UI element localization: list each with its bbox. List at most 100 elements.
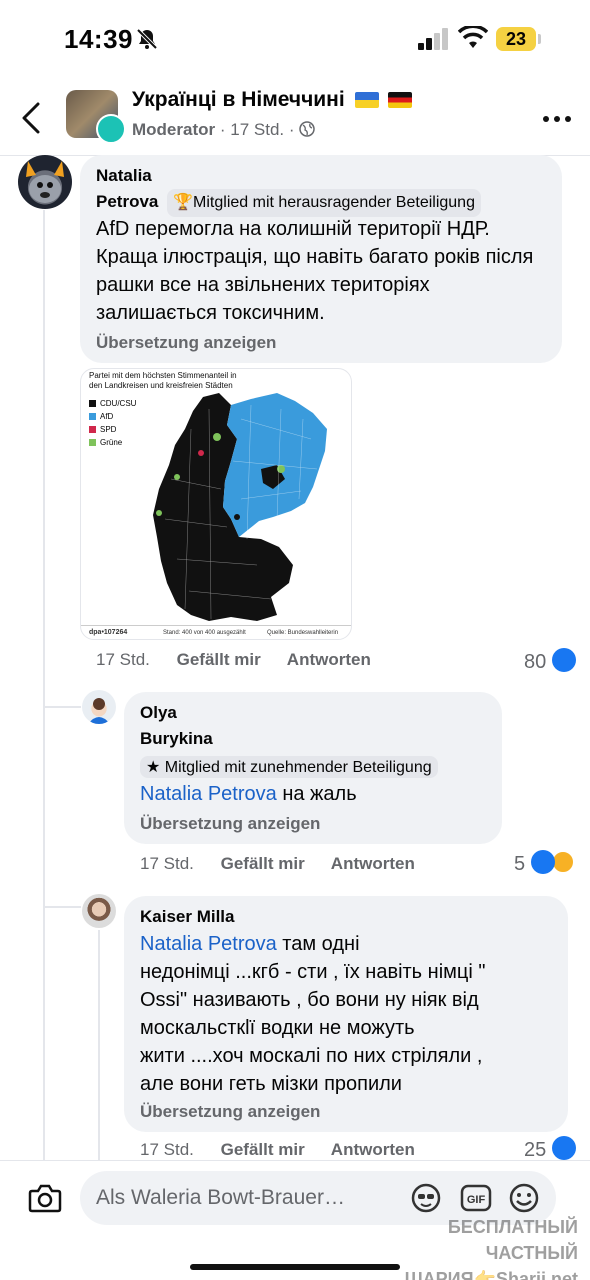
like-reaction-icon xyxy=(551,1136,576,1160)
map-source-id: dpa•107264 xyxy=(89,629,128,636)
comment-actions: 17 Std. Gefällt mir Antworten xyxy=(140,1140,437,1160)
comment-bubble[interactable]: Natalia Petrova 🏆Mitglied mit herausrage… xyxy=(80,155,562,363)
post-meta: Moderator · 17 Std. · xyxy=(132,120,316,140)
germany-flag-icon xyxy=(388,92,413,108)
battery-cap xyxy=(538,34,541,44)
like-button[interactable]: Gefällt mir xyxy=(221,854,305,873)
meta-separator-2: · xyxy=(288,120,295,139)
like-reaction-icon xyxy=(530,850,555,874)
more-options-icon[interactable] xyxy=(542,114,572,124)
map-footer: dpa•107264 Stand: 400 von 400 ausgezählt… xyxy=(81,625,351,639)
comment-input[interactable] xyxy=(96,1171,396,1225)
comment-text-line: жити ....хоч москалі по них стріляли , xyxy=(140,1045,483,1067)
reaction-number: 25 xyxy=(524,1139,547,1161)
emoji-icon[interactable] xyxy=(508,1182,540,1214)
ukraine-flag-icon xyxy=(354,92,379,108)
see-translation-link[interactable]: Übersetzung anzeigen xyxy=(96,333,276,353)
comment-author-line: Petrova 🏆Mitglied mit herausragender Bet… xyxy=(96,189,481,217)
attached-map-image[interactable]: Partei mit dem höchsten Stimmenanteil in… xyxy=(80,368,352,640)
comment-text-block: Natalia Petrova там одні недонімці ...кг… xyxy=(140,930,560,1098)
trophy-icon: 🏆 xyxy=(173,194,194,211)
group-title[interactable]: Українці в Німеччині xyxy=(132,88,413,112)
thread-line xyxy=(43,210,45,700)
comment-text-line: недонімці ...кгб - сти , їх навіть німці… xyxy=(140,961,486,983)
cellular-signal-icon xyxy=(418,28,448,50)
reply-button[interactable]: Antworten xyxy=(331,1140,415,1159)
moderator-badge-icon xyxy=(96,114,126,144)
comment-bubble[interactable]: Kaiser Milla Natalia Petrova там одні не… xyxy=(124,896,568,1132)
member-badge-text: Mitglied mit herausragender Beteiligung xyxy=(193,194,475,211)
badge-row: ★ Mitglied mit zunehmender Beteiligung xyxy=(140,756,438,778)
gif-icon[interactable]: GIF xyxy=(460,1182,492,1214)
status-time: 14:39 xyxy=(64,24,133,54)
svg-text:GIF: GIF xyxy=(467,1194,486,1206)
bell-muted-icon xyxy=(136,28,158,50)
comment-text: там одні xyxy=(276,933,360,955)
comment-text-line: Natalia Petrova там одні xyxy=(140,930,560,958)
comment-text-line: москальсткlї водки не можуть xyxy=(140,1017,415,1039)
reply-thread-line xyxy=(98,930,100,1160)
thread-connector xyxy=(43,706,81,708)
post-age: 17 Std. xyxy=(230,120,285,139)
avatar-person-icon xyxy=(88,698,110,724)
reply-button[interactable]: Antworten xyxy=(287,650,371,669)
reply-button[interactable]: Antworten xyxy=(331,854,415,873)
comment-text-line: але вони геть мізки пропили xyxy=(140,1073,402,1095)
home-indicator[interactable] xyxy=(190,1264,400,1270)
thread-line xyxy=(43,690,45,1160)
see-translation-link[interactable]: Übersetzung anzeigen xyxy=(140,814,320,834)
see-translation-link[interactable]: Übersetzung anzeigen xyxy=(140,1102,320,1122)
thread-connector xyxy=(43,906,81,908)
avatar[interactable] xyxy=(82,690,116,724)
reaction-count[interactable]: 80 xyxy=(524,648,576,674)
status-bar: 14:39 23 xyxy=(0,0,590,80)
map-quelle: Quelle: Bundeswahlleiterin xyxy=(267,630,339,636)
battery-level: 23 xyxy=(496,27,536,51)
member-badge-text: Mitglied mit zunehmender Beteiligung xyxy=(164,759,432,776)
watermark-line1: БЕСПЛАТНЫЙ ЧАСТНЫЙ xyxy=(447,1217,578,1263)
map-stand: Stand: 400 von 400 ausgezählt xyxy=(163,630,246,636)
meta-separator: · xyxy=(219,120,226,139)
comment-time[interactable]: 17 Std. xyxy=(140,1140,194,1159)
comment-bubble[interactable]: Olya Burykina ★ Mitglied mit zunehmender… xyxy=(124,692,502,844)
group-title-text: Українці в Німеччині xyxy=(132,88,345,111)
comment-time[interactable]: 17 Std. xyxy=(140,854,194,873)
like-button[interactable]: Gefällt mir xyxy=(177,650,261,669)
germany-map xyxy=(153,393,327,621)
comment-author[interactable]: Kaiser Milla xyxy=(140,904,235,930)
like-reaction-icon xyxy=(551,648,576,672)
comment-text: на жаль xyxy=(282,783,357,805)
member-badge[interactable]: ★ Mitglied mit zunehmender Beteiligung xyxy=(140,756,438,778)
comment-author-first[interactable]: Olya xyxy=(140,700,438,726)
wifi-icon xyxy=(458,26,488,48)
reaction-number: 5 xyxy=(514,853,526,875)
comment-actions: 17 Std. Gefällt mir Antworten xyxy=(96,650,393,670)
mention-link[interactable]: Natalia Petrova xyxy=(140,933,277,955)
star-icon: ★ xyxy=(146,759,161,776)
mention-link[interactable]: Natalia Petrova xyxy=(140,783,277,805)
camera-icon[interactable] xyxy=(28,1183,62,1213)
comment-actions: 17 Std. Gefällt mir Antworten xyxy=(140,854,437,874)
reaction-count[interactable]: 25 xyxy=(524,1136,576,1162)
avatar-wolf-icon xyxy=(26,161,64,203)
reaction-number: 80 xyxy=(524,651,547,673)
comment-text: AfD перемогла на колишній території НДР.… xyxy=(96,218,534,324)
like-button[interactable]: Gefällt mir xyxy=(221,1140,305,1159)
comment-time[interactable]: 17 Std. xyxy=(96,650,150,669)
role-label: Moderator xyxy=(132,120,216,139)
back-arrow-icon[interactable] xyxy=(18,100,48,136)
globe-icon xyxy=(299,121,316,137)
avatar[interactable] xyxy=(82,894,116,928)
group-avatar[interactable] xyxy=(66,90,126,144)
avatar[interactable] xyxy=(18,155,72,209)
comment-text-row: Natalia Petrova на жаль xyxy=(140,780,357,808)
comment-author-last[interactable]: Burykina xyxy=(140,726,438,752)
comment-author-first[interactable]: Natalia xyxy=(96,163,481,189)
member-badge[interactable]: 🏆Mitglied mit herausragender Beteiligung xyxy=(167,189,481,217)
reaction-count[interactable]: 5 xyxy=(514,850,575,876)
group-header: Українці в Німеччині Moderator · 17 Std.… xyxy=(0,80,590,156)
avatar-sticker-icon[interactable] xyxy=(410,1182,442,1214)
comment-author-last[interactable]: Petrova xyxy=(96,192,158,211)
watermark: БЕСПЛАТНЫЙ ЧАСТНЫЙ ШАРИЯ👉Sharij.net xyxy=(356,1214,578,1280)
comment-text-line: Ossi" називають , бо вони ну ніяк від xyxy=(140,989,479,1011)
